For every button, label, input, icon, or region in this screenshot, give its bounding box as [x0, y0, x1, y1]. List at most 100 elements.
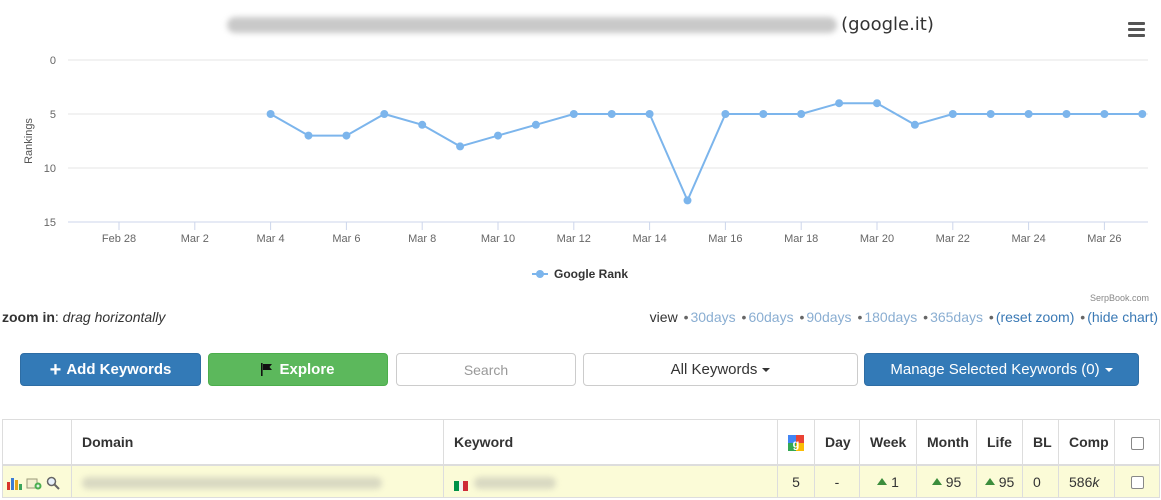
add-note-icon[interactable]	[26, 476, 42, 490]
manage-selected-label: Manage Selected Keywords (0)	[890, 361, 1100, 378]
row-bl: 0	[1022, 464, 1059, 498]
magnifier-icon[interactable]	[46, 476, 60, 490]
row-week: 1	[859, 464, 917, 498]
toolbar: + Add Keywords Explore All Keywords Mana…	[0, 353, 1161, 387]
manage-selected-dropdown[interactable]: Manage Selected Keywords (0)	[864, 353, 1139, 386]
row-day: -	[814, 464, 860, 498]
explore-button[interactable]: Explore	[208, 353, 388, 386]
y-tick-label: 10	[44, 163, 56, 175]
svg-text:g: g	[793, 438, 800, 450]
add-keywords-button[interactable]: + Add Keywords	[20, 353, 201, 386]
data-point	[607, 110, 616, 118]
data-point	[986, 110, 995, 118]
x-tick-label: Mar 20	[860, 233, 894, 245]
data-point	[873, 99, 881, 108]
header-select-all[interactable]	[1114, 419, 1160, 466]
zoom-bar: zoom in: drag horizontally view • 30days …	[0, 309, 1161, 329]
table-row[interactable]: 5 - 1 95 95 0 586k	[2, 464, 1160, 498]
header-day[interactable]: Day	[814, 419, 860, 466]
row-domain[interactable]	[71, 464, 444, 498]
zoom-hint: zoom in: drag horizontally	[2, 309, 165, 325]
data-point	[1100, 110, 1109, 118]
search-input[interactable]	[396, 353, 576, 386]
keyword-filter-dropdown[interactable]: All Keywords	[583, 353, 858, 386]
caret-down-icon	[762, 367, 771, 372]
up-arrow-icon	[984, 478, 995, 486]
row-keyword[interactable]	[443, 464, 778, 498]
data-point	[494, 131, 502, 140]
data-point	[1062, 110, 1071, 118]
header-keyword[interactable]: Keyword	[443, 419, 778, 466]
data-point	[266, 110, 275, 118]
add-keywords-label: Add Keywords	[66, 361, 172, 378]
legend-label: Google Rank	[554, 267, 628, 281]
data-point	[1138, 110, 1147, 118]
view-60days-link[interactable]: 60days	[748, 309, 793, 325]
reset-zoom-link[interactable]: (reset zoom)	[996, 309, 1075, 325]
data-point	[380, 110, 389, 118]
data-point	[797, 110, 806, 118]
x-tick-label: Mar 8	[408, 233, 436, 245]
header-life[interactable]: Life	[976, 419, 1023, 466]
row-rank: 5	[777, 464, 815, 498]
x-tick-label: Mar 26	[1087, 233, 1121, 245]
chart-plot[interactable]: 0 5 10 15 Rankings Feb 28 Mar 2 Mar 4 Mar 6 Mar …	[0, 0, 1161, 300]
x-tick-label: Mar 10	[481, 233, 515, 245]
google-icon: g	[788, 434, 804, 451]
hide-chart-link[interactable]: (hide chart)	[1087, 309, 1158, 325]
select-all-checkbox[interactable]	[1130, 436, 1144, 450]
data-point	[721, 110, 730, 118]
view-90days-link[interactable]: 90days	[806, 309, 851, 325]
x-tick-label: Feb 28	[102, 233, 136, 245]
data-point	[835, 99, 844, 108]
data-point	[304, 131, 313, 140]
data-point	[645, 110, 654, 118]
redacted-domain	[82, 476, 382, 489]
view-label: view	[649, 309, 678, 325]
data-point	[418, 120, 427, 129]
keywords-table: Domain Keyword g Day Week Month Life BL …	[2, 419, 1160, 498]
header-week[interactable]: Week	[859, 419, 917, 466]
x-tick-label: Mar 6	[332, 233, 360, 245]
header-month[interactable]: Month	[916, 419, 977, 466]
x-tick-label: Mar 18	[784, 233, 818, 245]
chart-credit[interactable]: SerpBook.com	[1090, 293, 1149, 303]
redacted-keyword	[474, 476, 556, 489]
x-tick-label: Mar 14	[632, 233, 666, 245]
header-domain[interactable]: Domain	[71, 419, 444, 466]
data-point	[569, 110, 578, 118]
data-point	[342, 131, 351, 140]
italy-flag-icon	[454, 478, 468, 491]
flag-icon	[261, 363, 273, 376]
header-actions	[2, 419, 72, 466]
view-365days-link[interactable]: 365days	[930, 309, 983, 325]
data-point	[531, 120, 540, 129]
legend-marker	[536, 270, 544, 278]
y-tick-label: 15	[44, 217, 56, 229]
row-checkbox[interactable]	[1130, 476, 1144, 490]
row-month: 95	[916, 464, 977, 498]
header-google[interactable]: g	[777, 419, 815, 466]
y-axis-label: Rankings	[23, 118, 35, 164]
data-point	[683, 196, 692, 205]
header-comp[interactable]: Comp	[1058, 419, 1115, 466]
view-180days-link[interactable]: 180days	[864, 309, 917, 325]
header-bl[interactable]: BL	[1022, 419, 1059, 466]
data-point	[910, 120, 919, 129]
plus-icon: +	[49, 358, 62, 381]
zoom-label: zoom in	[2, 309, 55, 325]
row-actions	[2, 464, 72, 498]
zoom-hint-text: drag horizontally	[62, 309, 166, 325]
series-line	[270, 102, 1143, 203]
view-range-links: view • 30days • 60days • 90days • 180days • 3…	[649, 309, 1158, 325]
x-tick-label: Mar 2	[181, 233, 209, 245]
bar-chart-icon[interactable]	[7, 476, 22, 490]
data-point	[948, 110, 957, 118]
x-tick-label: Mar 16	[708, 233, 742, 245]
row-select[interactable]	[1114, 464, 1160, 498]
up-arrow-icon	[877, 478, 888, 486]
data-point	[759, 110, 768, 118]
view-30days-link[interactable]: 30days	[690, 309, 735, 325]
x-tick-label: Mar 12	[557, 233, 591, 245]
data-point	[1024, 110, 1033, 118]
